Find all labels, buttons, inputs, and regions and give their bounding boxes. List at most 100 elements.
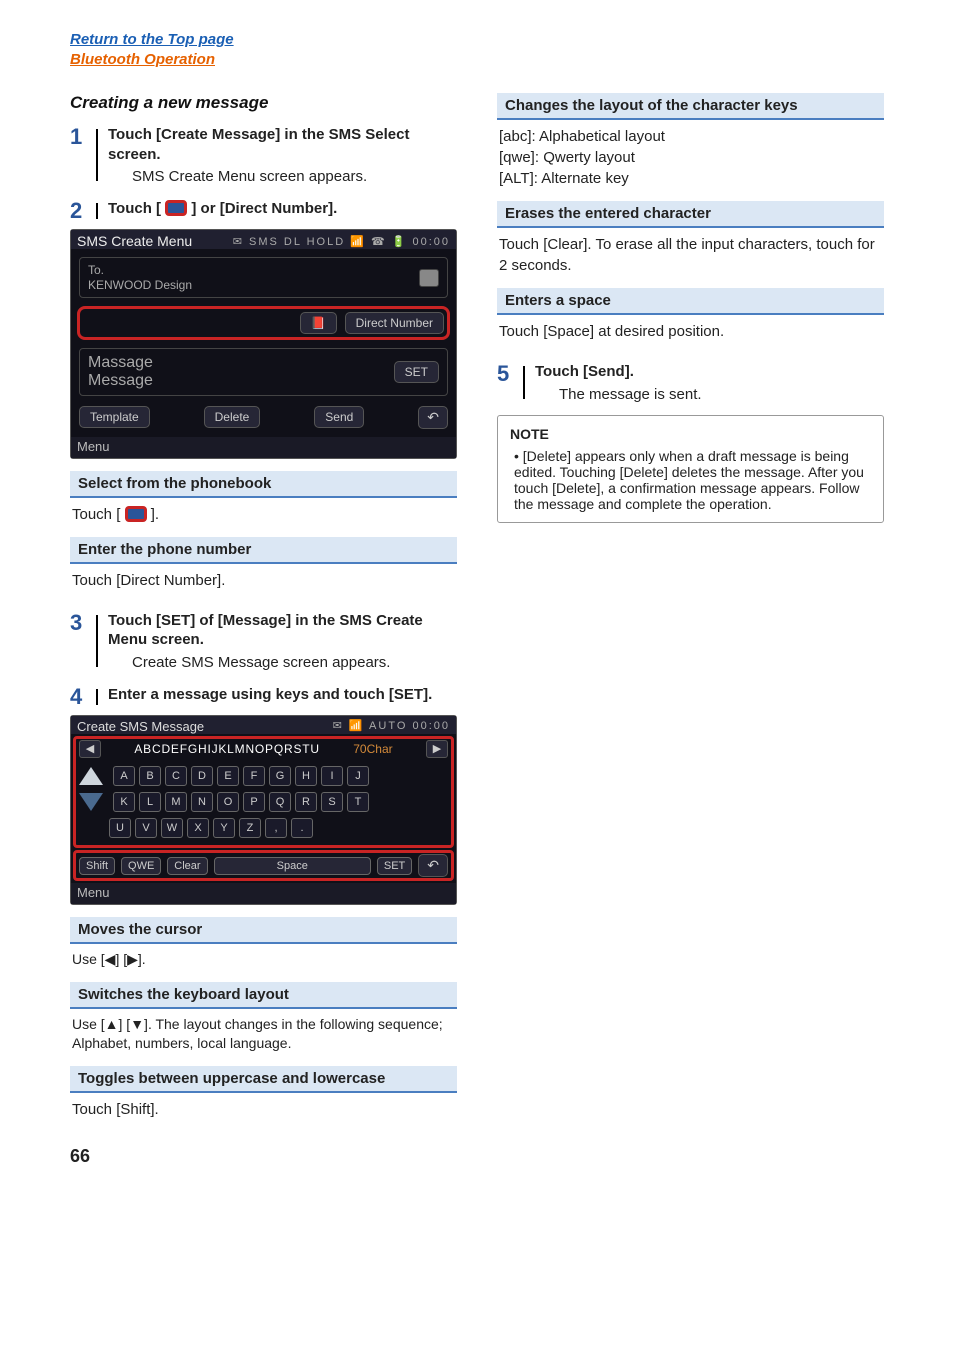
kb-status-icons: ✉ 📶 AUTO 00:00 (333, 719, 450, 734)
desc-moves-cursor: Use [◀] [▶]. (70, 944, 457, 970)
fig-massage-label: Massage (88, 354, 153, 372)
key[interactable]: G (269, 766, 291, 786)
step1-num: 1 (70, 125, 96, 149)
key[interactable]: D (191, 766, 213, 786)
bar-moves-cursor: Moves the cursor (70, 917, 457, 944)
page-number: 66 (70, 1146, 884, 1167)
key[interactable]: B (139, 766, 161, 786)
key[interactable]: . (291, 818, 313, 838)
key[interactable]: O (217, 792, 239, 812)
return-top-link[interactable]: Return to the Top page (70, 31, 234, 48)
kb-qwe-button[interactable]: QWE (121, 857, 161, 875)
key[interactable]: I (321, 766, 343, 786)
bar-erase: Erases the entered character (497, 201, 884, 228)
section-heading: Creating a new message (70, 93, 457, 113)
fig-phonebook-button[interactable]: 📕 (300, 312, 337, 334)
bar-layout-keys: Changes the layout of the character keys (497, 93, 884, 120)
key[interactable]: H (295, 766, 317, 786)
kb-space-button[interactable]: Space (214, 857, 371, 875)
key[interactable]: Y (213, 818, 235, 838)
key[interactable]: A (113, 766, 135, 786)
sms-create-menu-figure: SMS Create Menu ✉ SMS DL HOLD 📶 ☎ 🔋 00:0… (70, 229, 457, 459)
keyboard-figure: Create SMS Message ✉ 📶 AUTO 00:00 ◀ ABCD… (70, 715, 457, 905)
bluetooth-op-link[interactable]: Bluetooth Operation (70, 51, 215, 68)
key[interactable]: Z (239, 818, 261, 838)
step3-explain: Create SMS Message screen appears. (132, 654, 457, 671)
kb-up-tri-icon[interactable] (79, 767, 103, 785)
layout-abc-key: [abc] (499, 128, 532, 145)
key[interactable]: L (139, 792, 161, 812)
bar-switches-layout: Switches the keyboard layout (70, 982, 457, 1009)
kb-back-button[interactable]: ↶ (418, 854, 448, 877)
step4-num: 4 (70, 685, 96, 709)
kb-right-arrow[interactable]: ▶ (426, 740, 448, 758)
desc-toggles-case: Touch [Shift]. (70, 1093, 457, 1120)
fig-menu-bar: Menu (71, 437, 456, 458)
kb-count: 70Char (353, 742, 392, 756)
kb-chars: ABCDEFGHIJKLMNOPQRSTU (134, 742, 320, 756)
fig-send-button[interactable]: Send (314, 406, 364, 428)
fig-back-button[interactable]: ↶ (418, 406, 448, 429)
key[interactable]: E (217, 766, 239, 786)
desc-enter-phone: Touch [Direct Number]. (70, 564, 457, 591)
phonebook-icon (125, 506, 147, 522)
kb-left-arrow[interactable]: ◀ (79, 740, 101, 758)
key[interactable]: F (243, 766, 265, 786)
bar-enter-phone: Enter the phone number (70, 537, 457, 564)
key[interactable]: C (165, 766, 187, 786)
note-heading: NOTE (510, 426, 871, 442)
layout-alt-val: : Alternate key (534, 170, 629, 187)
desc-erase: Touch [Clear]. To erase all the input ch… (497, 228, 884, 276)
fig-to-label: To. (88, 263, 192, 277)
fig-title: SMS Create Menu (77, 233, 192, 249)
step4-cmd: Enter a message using keys and touch [SE… (108, 685, 457, 705)
key[interactable]: X (187, 818, 209, 838)
kb-shift-button[interactable]: Shift (79, 857, 115, 875)
desc-space: Touch [Space] at desired position. (497, 315, 884, 342)
kb-menu-bar: Menu (71, 883, 456, 904)
step3-cmd: Touch [SET] of [Message] in the SMS Crea… (108, 611, 457, 650)
fig-template-button[interactable]: Template (79, 406, 150, 428)
layout-qwe-key: [qwe] (499, 149, 535, 166)
fig-direct-number-button[interactable]: Direct Number (345, 312, 444, 334)
desc-select-phonebook: Touch [ ]. (70, 498, 457, 525)
step1-cmd: Touch [Create Message] in the SMS Select… (108, 125, 457, 164)
key[interactable]: , (265, 818, 287, 838)
kb-title-text: Create SMS Message (77, 719, 204, 734)
kb-set-button[interactable]: SET (377, 857, 412, 875)
layout-qwe-val: : Qwerty layout (535, 149, 635, 166)
fig-set-button[interactable]: SET (394, 361, 439, 383)
key[interactable]: N (191, 792, 213, 812)
key[interactable]: W (161, 818, 183, 838)
step2-cmd: Touch [ ] or [Direct Number]. (108, 199, 457, 219)
fig-to-name: KENWOOD Design (88, 278, 192, 292)
step2-num: 2 (70, 199, 96, 223)
bar-toggles-case: Toggles between uppercase and lowercase (70, 1066, 457, 1093)
step5-explain: The message is sent. (559, 386, 884, 403)
key[interactable]: K (113, 792, 135, 812)
kb-clear-button[interactable]: Clear (167, 857, 207, 875)
fig-message-label: Message (88, 372, 153, 390)
key[interactable]: M (165, 792, 187, 812)
note-box: NOTE [Delete] appears only when a draft … (497, 415, 884, 523)
step5-num: 5 (497, 362, 523, 386)
key[interactable]: P (243, 792, 265, 812)
status-icons: ✉ SMS DL HOLD 📶 ☎ 🔋 00:00 (233, 235, 450, 248)
key[interactable]: V (135, 818, 157, 838)
layout-abc-val: : Alphabetical layout (532, 128, 665, 145)
key[interactable]: Q (269, 792, 291, 812)
layout-alt-key: [ALT] (499, 170, 534, 187)
key[interactable]: R (295, 792, 317, 812)
fig-r-icon (419, 269, 439, 287)
key[interactable]: T (347, 792, 369, 812)
note-body: [Delete] appears only when a draft messa… (514, 448, 871, 512)
kb-down-tri-icon[interactable] (79, 793, 103, 811)
bar-space: Enters a space (497, 288, 884, 315)
key[interactable]: J (347, 766, 369, 786)
desc-switches-layout: Use [▲] [▼]. The layout changes in the f… (70, 1009, 457, 1054)
key[interactable]: S (321, 792, 343, 812)
fig-delete-button[interactable]: Delete (204, 406, 261, 428)
bar-select-phonebook: Select from the phonebook (70, 471, 457, 498)
step5-cmd: Touch [Send]. (535, 362, 884, 382)
key[interactable]: U (109, 818, 131, 838)
